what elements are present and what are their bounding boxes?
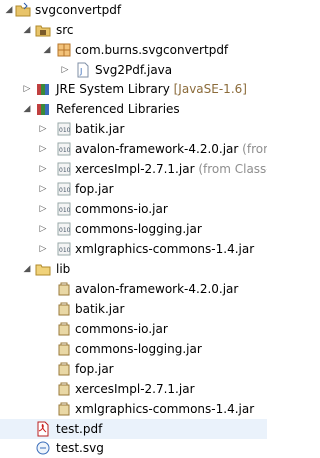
package-icon	[56, 42, 72, 58]
jar-file-icon	[56, 301, 72, 317]
folder-icon	[35, 261, 51, 277]
svg-file-icon	[35, 440, 51, 456]
ref-jar-label: fop.jar	[75, 182, 114, 196]
package-explorer-tree: ◢ svgconvertpdf ◢ src ◢ com.burns.svgcon…	[0, 0, 267, 457]
jar-file-icon: 010	[56, 161, 72, 177]
tree-item-lib-jar[interactable]: avalon-framework-4.2.0.jar	[0, 279, 267, 299]
expand-collapse-arrow-icon[interactable]: ◢	[22, 99, 32, 119]
lib-jar-label: commons-io.jar	[75, 322, 168, 336]
ref-jar-label: xmlgraphics-commons-1.4.jar	[75, 242, 255, 256]
jar-file-icon: 010	[56, 141, 72, 157]
tree-item-ref-jar[interactable]: ▷ 010 xmlgraphics-commons-1.4.jar	[0, 239, 267, 259]
jre-label: JRE System Library [JavaSE-1.6]	[56, 82, 247, 96]
tree-item-ref-jar[interactable]: ▷ 010 commons-io.jar	[0, 199, 267, 219]
tree-item-jre[interactable]: ▷ JRE System Library [JavaSE-1.6]	[0, 79, 267, 99]
expand-arrow-icon[interactable]: ▷	[38, 239, 48, 259]
pdf-file-label: test.pdf	[56, 422, 103, 436]
tree-item-java-file[interactable]: ▷ J Svg2Pdf.java	[0, 60, 267, 80]
svg-text:010: 010	[59, 207, 71, 214]
svg-text:J: J	[79, 67, 82, 76]
pdf-file-icon	[35, 421, 51, 437]
ref-jar-label: avalon-framework-4.2.0.jar (from	[75, 142, 267, 156]
tree-item-project[interactable]: ◢ svgconvertpdf	[0, 0, 267, 20]
jar-file-icon: 010	[56, 201, 72, 217]
expand-collapse-arrow-icon[interactable]: ◢	[22, 20, 32, 40]
jar-file-icon	[56, 401, 72, 417]
lib-jar-label: avalon-framework-4.2.0.jar	[75, 282, 239, 296]
library-container-icon	[35, 101, 51, 117]
tree-item-ref-jar[interactable]: ▷ 010 avalon-framework-4.2.0.jar (from	[0, 139, 267, 159]
lib-jar-label: xmlgraphics-commons-1.4.jar	[75, 402, 255, 416]
tree-item-svg-file[interactable]: test.svg	[0, 438, 267, 458]
lib-jar-label: batik.jar	[75, 302, 125, 316]
jar-file-icon	[56, 361, 72, 377]
expand-collapse-arrow-icon[interactable]: ◢	[4, 0, 14, 20]
source-folder-icon	[35, 22, 51, 38]
jar-file-icon	[56, 281, 72, 297]
lib-jar-label: commons-logging.jar	[75, 342, 202, 356]
jar-file-icon: 010	[56, 221, 72, 237]
tree-item-lib-jar[interactable]: xmlgraphics-commons-1.4.jar	[0, 399, 267, 419]
expand-arrow-icon[interactable]: ▷	[22, 79, 32, 99]
tree-item-lib-jar[interactable]: commons-logging.jar	[0, 339, 267, 359]
svg-text:010: 010	[59, 247, 71, 254]
tree-item-ref-jar[interactable]: ▷ 010 commons-logging.jar	[0, 219, 267, 239]
package-label: com.burns.svgconvertpdf	[75, 43, 229, 57]
jar-file-icon	[56, 341, 72, 357]
src-label: src	[56, 23, 74, 37]
ref-jar-label: commons-io.jar	[75, 202, 168, 216]
expand-arrow-icon[interactable]: ▷	[60, 60, 70, 80]
jar-file-icon: 010	[56, 241, 72, 257]
tree-item-ref-jar[interactable]: ▷ 010 xercesImpl-2.7.1.jar (from Class-P	[0, 159, 267, 179]
ref-jar-label: xercesImpl-2.7.1.jar (from Class-P	[75, 162, 267, 176]
jre-version: [JavaSE-1.6]	[173, 82, 247, 96]
tree-item-src[interactable]: ◢ src	[0, 20, 267, 40]
java-file-label: Svg2Pdf.java	[95, 63, 173, 77]
svg-text:010: 010	[59, 227, 71, 234]
tree-item-pdf-file[interactable]: test.pdf	[0, 419, 267, 439]
project-folder-icon	[15, 2, 31, 18]
svg-text:010: 010	[59, 127, 71, 134]
lib-jar-label: fop.jar	[75, 362, 114, 376]
tree-item-lib-jar[interactable]: xercesImpl-2.7.1.jar	[0, 379, 267, 399]
tree-item-ref-jar[interactable]: ▷ 010 batik.jar	[0, 119, 267, 139]
jar-file-icon: 010	[56, 121, 72, 137]
svg-text:010: 010	[59, 147, 71, 154]
lib-jar-label: xercesImpl-2.7.1.jar	[75, 382, 195, 396]
tree-item-lib-jar[interactable]: commons-io.jar	[0, 319, 267, 339]
lib-folder-label: lib	[56, 262, 71, 276]
referenced-libraries-label: Referenced Libraries	[56, 102, 180, 116]
tree-item-lib-folder[interactable]: ◢ lib	[0, 259, 267, 279]
expand-arrow-icon[interactable]: ▷	[38, 119, 48, 139]
jar-file-icon: 010	[56, 181, 72, 197]
library-container-icon	[35, 81, 51, 97]
tree-item-lib-jar[interactable]: batik.jar	[0, 299, 267, 319]
tree-item-ref-jar[interactable]: ▷ 010 fop.jar	[0, 179, 267, 199]
tree-item-lib-jar[interactable]: fop.jar	[0, 359, 267, 379]
jar-file-icon	[56, 381, 72, 397]
svg-text:010: 010	[59, 167, 71, 174]
expand-arrow-icon[interactable]: ▷	[38, 219, 48, 239]
expand-arrow-icon[interactable]: ▷	[38, 139, 48, 159]
expand-arrow-icon[interactable]: ▷	[38, 199, 48, 219]
svg-text:010: 010	[59, 187, 71, 194]
ref-jar-label: commons-logging.jar	[75, 222, 202, 236]
ref-jar-label: batik.jar	[75, 122, 125, 136]
java-file-icon: J	[75, 62, 91, 78]
expand-arrow-icon[interactable]: ▷	[38, 179, 48, 199]
expand-arrow-icon[interactable]: ▷	[38, 159, 48, 179]
svg-file-label: test.svg	[56, 441, 104, 455]
project-name: svgconvertpdf	[35, 3, 122, 17]
tree-item-package[interactable]: ◢ com.burns.svgconvertpdf	[0, 40, 267, 60]
jar-file-icon	[56, 321, 72, 337]
expand-collapse-arrow-icon[interactable]: ◢	[42, 40, 52, 60]
tree-item-referenced-libraries[interactable]: ◢ Referenced Libraries	[0, 99, 267, 119]
expand-collapse-arrow-icon[interactable]: ◢	[22, 259, 32, 279]
